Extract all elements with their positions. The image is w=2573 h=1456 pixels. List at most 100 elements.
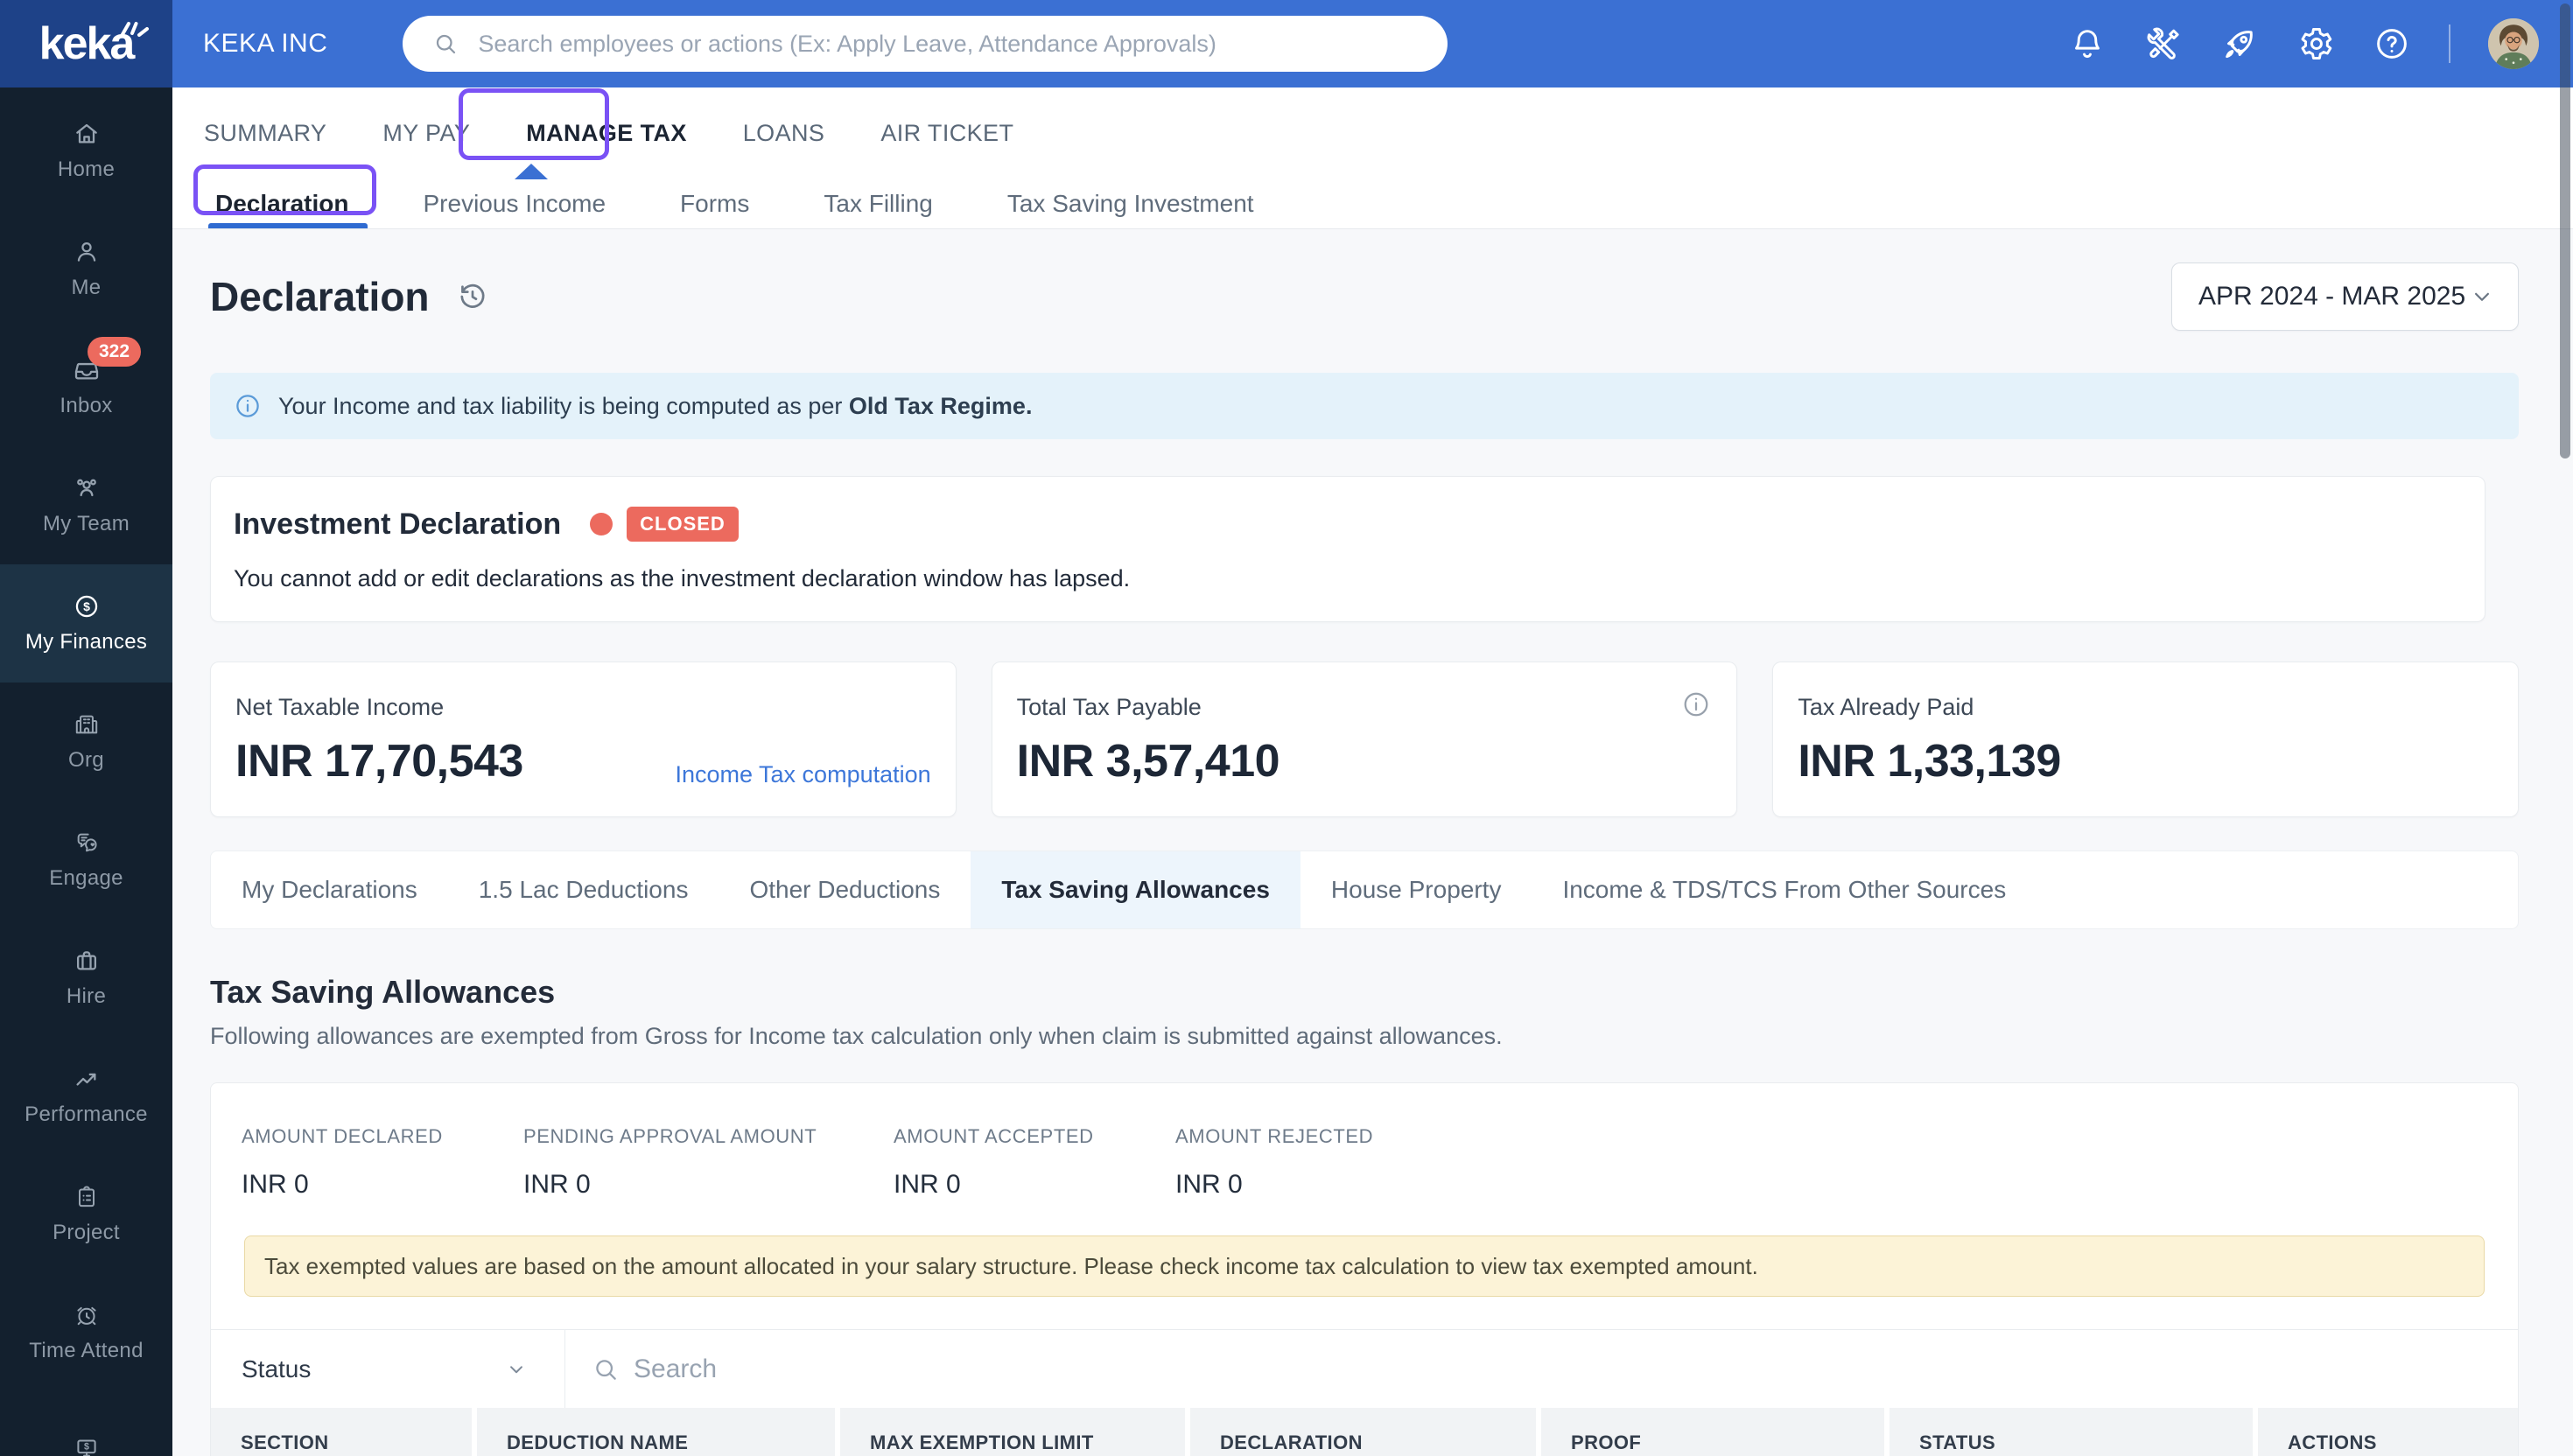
chevron-down-icon	[510, 1365, 522, 1373]
sidebar-item-label: Inbox	[60, 394, 113, 417]
sidebar-item-label: Project	[53, 1221, 120, 1244]
allowance-filters: Status	[211, 1329, 2518, 1408]
closed-status-badge: CLOSED	[627, 507, 739, 542]
tab-loans[interactable]: LOANS	[743, 120, 825, 147]
financial-year-dropdown[interactable]: APR 2024 - MAR 2025	[2171, 262, 2519, 331]
investment-declaration-card: Investment Declaration CLOSED You cannot…	[210, 476, 2485, 622]
search-icon	[437, 34, 456, 54]
sidebar-item-my-finances[interactable]: $ My Finances	[0, 564, 172, 682]
section-tab-tax-saving-allowances[interactable]: Tax Saving Allowances	[971, 851, 1301, 928]
home-icon	[75, 123, 97, 144]
amount-declared-stat: AMOUNT DECLARED INR 0	[242, 1125, 443, 1199]
logo-spark-icon	[120, 22, 149, 38]
tab-manage-tax[interactable]: MANAGE TAX	[526, 120, 687, 147]
tax-already-paid-card: Tax Already Paid INR 1,33,139	[1772, 662, 2519, 817]
sidebar: Home Me 322 Inbox My Team $ My Finances …	[0, 88, 172, 1456]
tab-summary[interactable]: SUMMARY	[204, 120, 326, 147]
page-title: Declaration	[210, 274, 430, 319]
topbar-main: KEKA INC	[172, 0, 2573, 88]
svg-text:$: $	[83, 599, 90, 613]
info-circle-icon	[236, 395, 259, 417]
subtab-declaration[interactable]: Declaration	[215, 190, 349, 218]
column-header-actions: ACTIONS	[2258, 1408, 2518, 1456]
sidebar-item-time-attend[interactable]: Time Attend	[0, 1273, 172, 1391]
app-layout: Home Me 322 Inbox My Team $ My Finances …	[0, 88, 2573, 1456]
svg-text:$: $	[84, 1441, 89, 1452]
allowances-section-title: Tax Saving Allowances	[210, 974, 556, 1010]
tax-regime-message: Your Income and tax liability is being c…	[278, 392, 1033, 419]
active-tab-caret	[515, 164, 548, 179]
status-filter-dropdown[interactable]: Status	[211, 1330, 565, 1408]
sidebar-item-home[interactable]: Home	[0, 92, 172, 210]
total-tax-payable-card: Total Tax Payable INR 3,57,410	[991, 662, 1738, 817]
investment-declaration-message: You cannot add or edit declarations as t…	[234, 565, 1131, 592]
topbar-divider	[2449, 24, 2450, 63]
finances-dollar-icon: $	[75, 595, 97, 618]
tab-my-pay[interactable]: MY PAY	[382, 120, 470, 147]
sidebar-item-engage[interactable]: Engage	[0, 801, 172, 919]
column-header-max-exemption-limit: MAX EXEMPTION LIMIT	[840, 1408, 1185, 1456]
subtab-tax-saving-investment[interactable]: Tax Saving Investment	[1007, 190, 1254, 218]
section-tab-house-property[interactable]: House Property	[1301, 851, 1532, 928]
subtab-tax-filling[interactable]: Tax Filling	[824, 190, 932, 218]
section-tab-15-lac-deductions[interactable]: 1.5 Lac Deductions	[448, 851, 719, 928]
tax-subtabs: Declaration Previous Income Forms Tax Fi…	[172, 179, 2573, 229]
allowance-table-header: SECTION DEDUCTION NAME MAX EXEMPTION LIM…	[211, 1408, 2518, 1456]
page-scrollbar-thumb[interactable]	[2560, 4, 2570, 458]
main-area: SUMMARY MY PAY MANAGE TAX LOANS AIR TICK…	[172, 88, 2573, 1456]
sidebar-item-payroll[interactable]: $	[0, 1391, 172, 1456]
rocket-icon[interactable]	[2220, 24, 2259, 63]
sidebar-item-label: Hire	[66, 984, 107, 1008]
active-subtab-underline	[208, 223, 368, 228]
closed-status-dot	[590, 513, 613, 536]
allowance-search-input[interactable]	[634, 1354, 2518, 1384]
sidebar-item-hire[interactable]: Hire	[0, 919, 172, 1037]
performance-trend-icon	[75, 1073, 95, 1086]
stat-value: INR 3,57,410	[1016, 736, 1280, 787]
user-avatar[interactable]	[2488, 18, 2539, 69]
sidebar-item-org[interactable]: Org	[0, 682, 172, 801]
section-tab-my-declarations[interactable]: My Declarations	[211, 851, 448, 928]
sidebar-item-inbox[interactable]: 322 Inbox	[0, 328, 172, 446]
keka-logo[interactable]: keka	[0, 0, 172, 88]
allowance-search[interactable]	[565, 1330, 2518, 1408]
settings-gear-icon[interactable]	[2296, 24, 2335, 63]
sidebar-item-label: Me	[71, 276, 102, 299]
info-circle-icon[interactable]	[1680, 689, 1712, 720]
tax-regime-info-banner: Your Income and tax liability is being c…	[210, 373, 2519, 439]
tab-air-ticket[interactable]: AIR TICKET	[880, 120, 1013, 147]
sidebar-item-performance[interactable]: Performance	[0, 1037, 172, 1155]
tools-icon[interactable]	[2144, 24, 2183, 63]
org-building-icon	[75, 715, 97, 734]
subtab-previous-income[interactable]: Previous Income	[424, 190, 606, 218]
sidebar-item-project[interactable]: Project	[0, 1155, 172, 1273]
column-header-status: STATUS	[1889, 1408, 2253, 1456]
notifications-bell-icon[interactable]	[2068, 24, 2107, 63]
net-taxable-income-card: Net Taxable Income INR 17,70,543 Income …	[210, 662, 957, 817]
column-header-deduction-name: DEDUCTION NAME	[477, 1408, 835, 1456]
history-icon[interactable]	[456, 280, 489, 313]
sidebar-item-label: My Finances	[25, 630, 148, 654]
topbar-icon-group	[2068, 18, 2539, 69]
stat-label: Total Tax Payable	[1016, 694, 1202, 720]
chevron-down-icon	[2475, 292, 2489, 301]
hire-briefcase-icon	[76, 951, 96, 970]
help-icon[interactable]	[2373, 24, 2411, 63]
tax-exempted-notice: Tax exempted values are based on the amo…	[244, 1236, 2485, 1297]
page-head: Declaration APR 2024 - MAR 2025	[210, 262, 2519, 331]
section-tab-other-deductions[interactable]: Other Deductions	[719, 851, 971, 928]
time-attend-clock-icon	[76, 1306, 96, 1326]
topbar: keka KEKA INC	[0, 0, 2573, 88]
declaration-section-tabs: My Declarations 1.5 Lac Deductions Other…	[210, 850, 2519, 929]
sidebar-item-label: Org	[68, 748, 104, 772]
sidebar-item-label: Time Attend	[29, 1339, 144, 1362]
global-search[interactable]	[403, 16, 1448, 72]
income-tax-computation-link[interactable]: Income Tax computation	[675, 761, 930, 788]
sidebar-item-my-team[interactable]: My Team	[0, 446, 172, 564]
allowance-summary: AMOUNT DECLARED INR 0 PENDING APPROVAL A…	[211, 1083, 2518, 1200]
inbox-count-badge: 322	[88, 337, 142, 367]
sidebar-item-me[interactable]: Me	[0, 210, 172, 328]
subtab-forms[interactable]: Forms	[680, 190, 749, 218]
global-search-input[interactable]	[478, 30, 1422, 58]
section-tab-income-tds-tcs[interactable]: Income & TDS/TCS From Other Sources	[1532, 851, 2037, 928]
